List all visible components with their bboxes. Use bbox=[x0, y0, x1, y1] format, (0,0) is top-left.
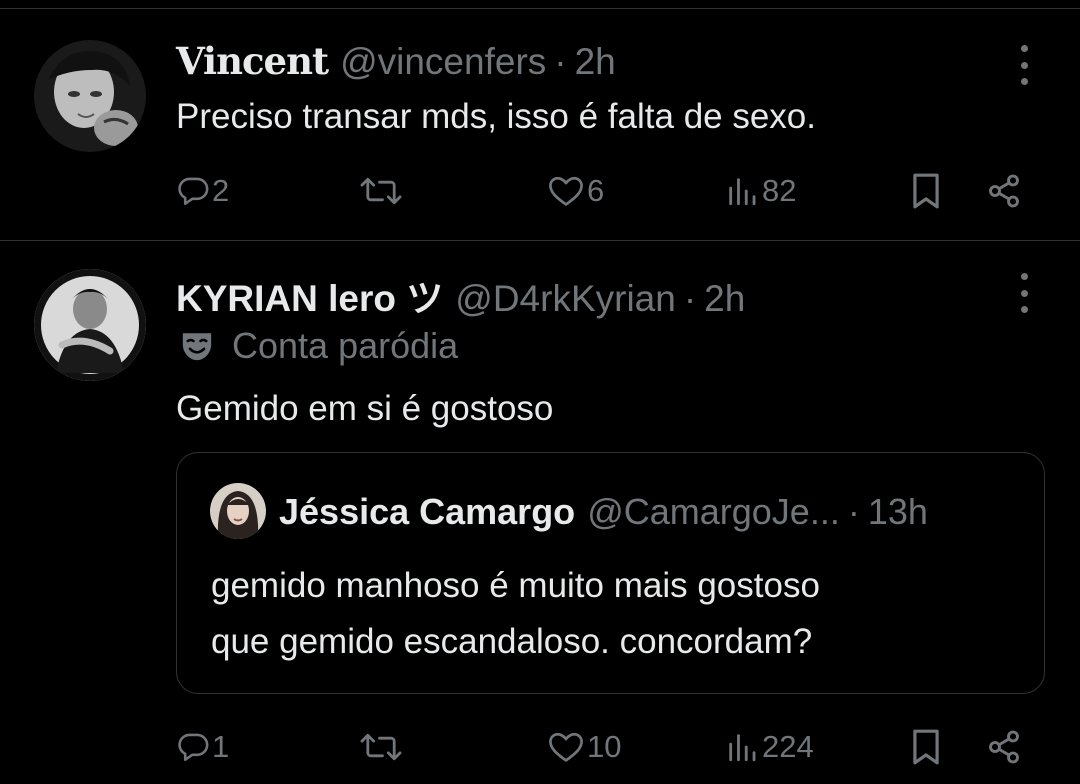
timestamp[interactable]: 2h bbox=[575, 41, 616, 83]
share-icon bbox=[989, 174, 1019, 208]
tweet-text: Preciso transar mds, isso é falta de sex… bbox=[176, 97, 816, 136]
view-count: 224 bbox=[762, 729, 814, 764]
tweet-text: Gemido em si é gostoso bbox=[176, 389, 554, 428]
action-bar: 1 10 224 bbox=[0, 725, 1080, 769]
views-icon bbox=[729, 734, 756, 762]
views-icon bbox=[729, 178, 756, 206]
user-handle[interactable]: @D4rkKyrian bbox=[455, 278, 676, 320]
reply-count: 2 bbox=[212, 173, 230, 208]
views-button[interactable]: 82 bbox=[724, 169, 796, 213]
bookmark-button[interactable] bbox=[910, 169, 942, 213]
retweet-icon bbox=[360, 733, 402, 761]
like-icon bbox=[549, 732, 583, 762]
display-name[interactable]: Vincent bbox=[176, 39, 329, 83]
tweet-header: KYRIAN lero ツ @D4rkKyrian · 2h bbox=[176, 268, 745, 322]
quote-user-handle[interactable]: @CamargoJe... bbox=[587, 491, 840, 533]
more-icon[interactable] bbox=[1012, 45, 1036, 85]
reply-button[interactable]: 2 bbox=[176, 169, 229, 213]
avatar[interactable] bbox=[34, 40, 146, 152]
like-count: 10 bbox=[587, 729, 622, 764]
like-button[interactable]: 6 bbox=[547, 169, 604, 213]
reply-icon bbox=[178, 733, 209, 762]
reply-button[interactable]: 1 bbox=[176, 725, 229, 769]
quote-text: gemido manhoso é muito mais gostoso que … bbox=[211, 558, 820, 670]
like-button[interactable]: 10 bbox=[547, 725, 621, 769]
tweet-header: Vincent @vincenfers · 2h bbox=[176, 39, 616, 83]
quote-text-line: que gemido escandaloso. concordam? bbox=[211, 622, 813, 661]
like-icon bbox=[549, 176, 583, 206]
quoted-tweet[interactable]: Jéssica Camargo @CamargoJe... · 13h gemi… bbox=[176, 452, 1045, 694]
quote-timestamp[interactable]: 13h bbox=[868, 491, 928, 533]
timestamp[interactable]: 2h bbox=[704, 278, 745, 320]
tweet-kyrian[interactable]: KYRIAN lero ツ @D4rkKyrian · 2h Conta par… bbox=[0, 241, 1080, 784]
tweet-vincent[interactable]: Vincent @vincenfers · 2h Preciso transar… bbox=[0, 9, 1080, 240]
view-count: 82 bbox=[762, 173, 797, 208]
bookmark-button[interactable] bbox=[910, 725, 942, 769]
reply-count: 1 bbox=[212, 729, 230, 764]
reply-icon bbox=[178, 177, 209, 206]
views-button[interactable]: 224 bbox=[724, 725, 814, 769]
more-icon[interactable] bbox=[1012, 273, 1036, 313]
quote-text-line: gemido manhoso é muito mais gostoso bbox=[211, 566, 820, 605]
retweet-button[interactable] bbox=[359, 725, 403, 769]
user-handle[interactable]: @vincenfers bbox=[340, 41, 546, 83]
quote-header: Jéssica Camargo @CamargoJe... · 13h bbox=[279, 491, 928, 533]
share-button[interactable] bbox=[986, 169, 1022, 213]
share-icon bbox=[989, 730, 1019, 764]
bookmark-icon bbox=[913, 173, 939, 209]
quote-display-name[interactable]: Jéssica Camargo bbox=[279, 491, 575, 533]
bookmark-icon bbox=[913, 729, 939, 765]
display-name[interactable]: KYRIAN lero ツ bbox=[176, 268, 443, 322]
share-button[interactable] bbox=[986, 725, 1022, 769]
parody-label: Conta paródia bbox=[180, 325, 458, 367]
retweet-icon bbox=[360, 177, 402, 205]
parody-text: Conta paródia bbox=[232, 325, 459, 366]
quote-avatar[interactable] bbox=[210, 483, 266, 539]
retweet-button[interactable] bbox=[359, 169, 403, 213]
avatar[interactable] bbox=[34, 269, 146, 381]
separator: · bbox=[554, 41, 567, 82]
separator: · bbox=[683, 278, 697, 319]
parody-mask-icon bbox=[182, 333, 212, 361]
separator: · bbox=[847, 491, 860, 532]
like-count: 6 bbox=[587, 173, 605, 208]
action-bar: 2 6 82 bbox=[0, 169, 1080, 213]
